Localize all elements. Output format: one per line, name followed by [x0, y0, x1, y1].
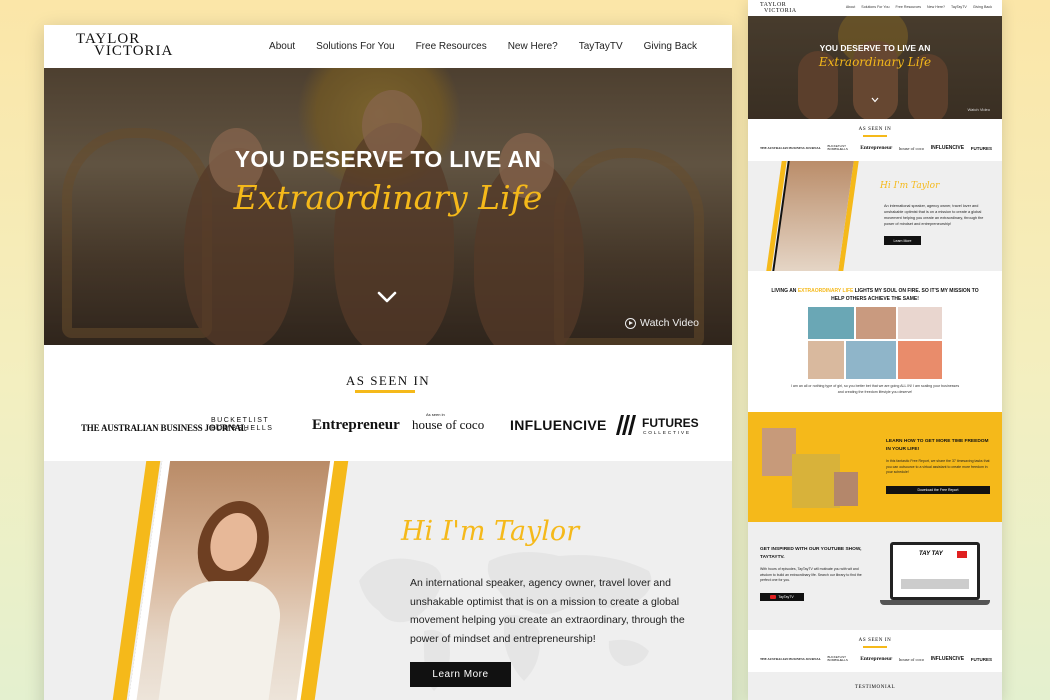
chevron-down-icon[interactable]	[377, 290, 397, 304]
hero-script-title: Extraordinary Life	[233, 178, 543, 217]
preview-about-text: An international speaker, agency owner, …	[884, 204, 984, 226]
preview-mission-text: I am an all or nothing type of girl, so …	[790, 384, 960, 394]
preview-nav-taytaytv[interactable]: TayTayTV	[951, 5, 967, 9]
preview-laptop-screen-label: TAY TAY	[919, 551, 943, 557]
preview-about: Hi I'm Taylor An international speaker, …	[748, 161, 1002, 271]
preview-press-logos: THE AUSTRALIAN BUSINESS JOURNAL BUCKETLI…	[760, 143, 992, 151]
preview-chevron-down-icon[interactable]	[871, 97, 879, 103]
preview-nav-free-resources[interactable]: Free Resources	[895, 5, 921, 9]
watch-video-label: Watch Video	[640, 317, 699, 329]
as-seen-in-section: AS SEEN IN THE AUSTRALIAN BUSINESS JOURN…	[44, 345, 732, 461]
preview-nav-giving-back[interactable]: Giving Back	[973, 5, 992, 9]
preview-hero: YOU DESERVE TO LIVE AN Extraordinary Lif…	[748, 16, 1002, 119]
about-script-title: Hi I'm Taylor	[401, 516, 580, 547]
top-nav: TAYLOR VICTORIA About Solutions For You …	[44, 25, 732, 68]
preview-free-report: LEARN HOW TO GET MORE TIME FREEDOM IN YO…	[748, 412, 1002, 522]
about-text: An international speaker, agency owner, …	[410, 577, 685, 645]
preview-youtube: GET INSPIRED WITH OUR YOUTUBE SHOW, TAYT…	[748, 522, 1002, 630]
preview-mission-heading: LIVING AN EXTRAORDINARY LIFE LIGHTS MY S…	[771, 288, 979, 302]
preview-watch-video[interactable]: Watch Video	[968, 107, 990, 112]
logo-futures: FUTURES	[642, 416, 699, 430]
main-page-preview: TAYLOR VICTORIA About Solutions For You …	[44, 25, 732, 700]
preview-nav-links: About Solutions For You Free Resources N…	[846, 5, 992, 9]
preview-photo-collage	[808, 307, 942, 379]
title-underline	[355, 390, 415, 393]
logo-entrepreneur: Entrepreneur	[312, 417, 400, 433]
preview-learn-more-button[interactable]: Learn More	[884, 236, 921, 245]
preview-as-seen-title: AS SEEN IN	[858, 127, 892, 132]
preview-nav: TAYLOR VICTORIA About Solutions For You …	[748, 0, 1002, 16]
preview-youtube-title: GET INSPIRED WITH OUR YOUTUBE SHOW, TAYT…	[760, 547, 862, 560]
preview-report-collage	[762, 428, 860, 508]
preview-hero-title: YOU DESERVE TO LIVE AN	[819, 43, 931, 53]
logo-house-of-coco: house of coco	[412, 417, 485, 432]
as-seen-in-title: AS SEEN IN	[345, 373, 431, 388]
watch-video-button[interactable]: Watch Video	[625, 317, 699, 329]
youtube-icon	[770, 595, 777, 599]
logo[interactable]: TAYLOR VICTORIA	[76, 31, 172, 63]
preview-testimonial: TESTIMONIAL	[748, 672, 1002, 700]
preview-youtube-text: With hours of episodes, TayTayTV will mo…	[760, 567, 862, 582]
preview-as-seen-in: AS SEEN IN THE AUSTRALIAN BUSINESS JOURN…	[748, 119, 1002, 161]
play-circle-icon	[625, 317, 637, 329]
preview-download-report-button[interactable]: Download the Free Report	[886, 486, 990, 494]
futures-collective-mark-icon	[616, 415, 636, 435]
preview-logo-line-2: VICTORIA	[764, 8, 797, 14]
hero-title: YOU DESERVE TO LIVE AN	[234, 146, 542, 172]
logo-collective: COLLECTIVE	[643, 431, 691, 436]
preview-logo: TAYLOR VICTORIA	[760, 2, 797, 14]
nav-item-new-here[interactable]: New Here?	[508, 41, 558, 52]
press-logos: THE AUSTRALIAN BUSINESS JOURNAL BUCKETLI…	[81, 409, 701, 457]
taylor-photo-frame	[125, 461, 335, 700]
about-section: Hi I'm Taylor An international speaker, …	[44, 461, 732, 700]
nav-item-solutions[interactable]: Solutions For You	[316, 41, 394, 52]
nav-item-giving-back[interactable]: Giving Back	[644, 41, 697, 52]
preview-report-title: LEARN HOW TO GET MORE TIME FREEDOM IN YO…	[886, 439, 989, 452]
nav-item-taytaytv[interactable]: TayTayTV	[579, 41, 623, 52]
preview-report-text: In this fantastic Free Report, we share …	[886, 459, 990, 474]
learn-more-button[interactable]: Learn More	[410, 662, 511, 687]
nav-item-free-resources[interactable]: Free Resources	[416, 41, 487, 52]
logo-line-2: VICTORIA	[94, 43, 174, 59]
preview-about-script: Hi I'm Taylor	[880, 181, 940, 191]
preview-taytaytv-button[interactable]: TayTayTV	[760, 593, 804, 601]
nav-item-about[interactable]: About	[269, 41, 295, 52]
logo-influencive: INFLUENCIVE	[510, 417, 607, 433]
preview-nav-new-here[interactable]: New Here?	[927, 5, 945, 9]
preview-mission: LIVING AN EXTRAORDINARY LIFE LIGHTS MY S…	[748, 271, 1002, 412]
logo-bucketlist-bombshells: BUCKETLIST BOMBSHELLS	[211, 417, 274, 432]
preview-nav-about[interactable]: About	[846, 5, 855, 9]
preview-testimonial-title: TESTIMONIAL	[854, 685, 896, 690]
preview-laptop-mockup: TAY TAY	[880, 542, 990, 608]
preview-as-seen-in-2: AS SEEN IN THE AUSTRALIAN BUSINESS JOURN…	[748, 630, 1002, 672]
full-page-preview: TAYLOR VICTORIA About Solutions For You …	[748, 0, 1002, 700]
hero-banner: YOU DESERVE TO LIVE AN Extraordinary Lif…	[44, 68, 732, 345]
taylor-photo	[133, 461, 331, 700]
preview-hero-script: Extraordinary Life	[818, 55, 932, 69]
preview-nav-solutions[interactable]: Solutions For You	[861, 5, 889, 9]
nav-links: About Solutions For You Free Resources N…	[269, 41, 697, 52]
